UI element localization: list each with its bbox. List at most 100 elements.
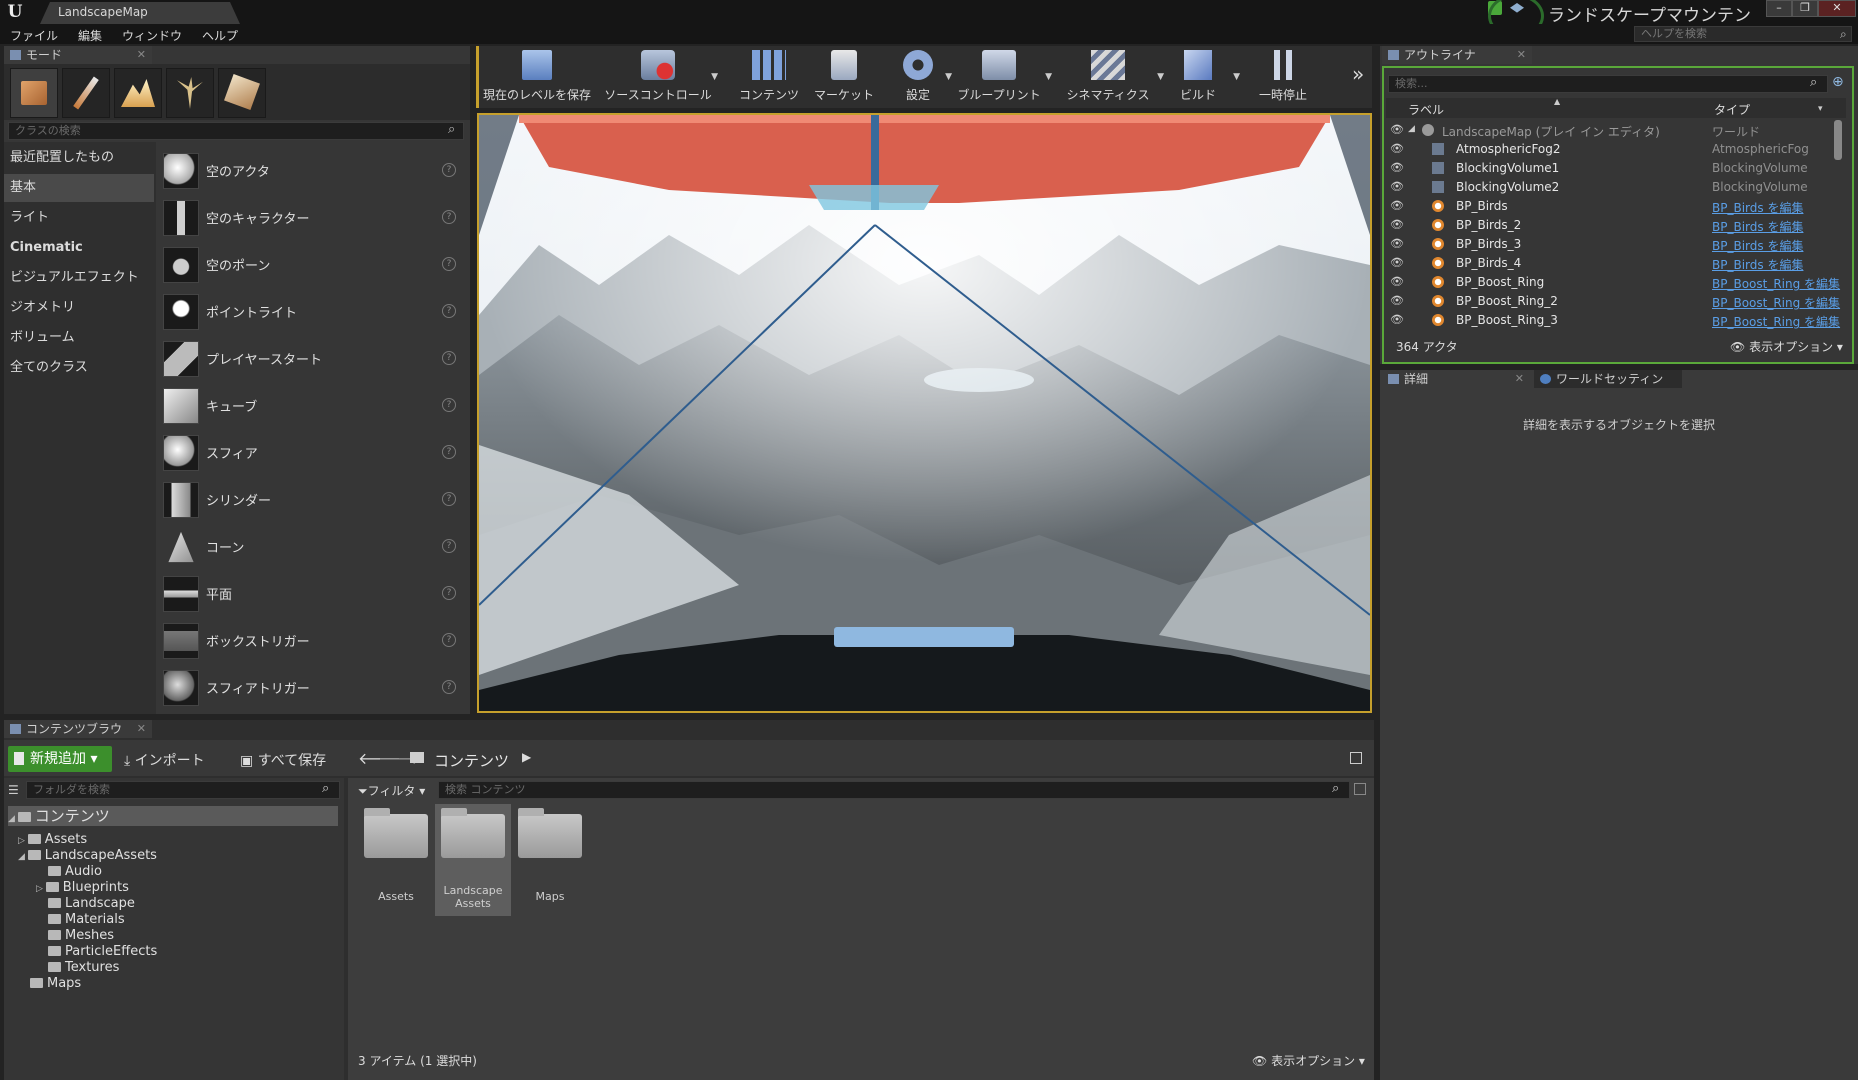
edit-blueprint-link[interactable]: BP_Boost_Ring を編集 — [1712, 275, 1840, 292]
place-item-sphere-trigger[interactable]: スフィアトリガー? — [160, 665, 464, 709]
close-icon[interactable]: ✕ — [137, 46, 146, 64]
expand-arrow-icon[interactable]: ▷ — [18, 836, 28, 846]
help-icon[interactable]: ? — [442, 492, 456, 506]
tab-world-settings[interactable]: ワールドセッティン — [1534, 370, 1682, 388]
category-all-classes[interactable]: 全てのクラス — [4, 354, 154, 382]
help-icon[interactable]: ? — [442, 445, 456, 459]
content-button[interactable]: コンテンツ — [736, 48, 802, 104]
menu-window[interactable]: ウィンドウ — [122, 27, 182, 44]
collapse-arrow-icon[interactable]: ◢ — [8, 814, 18, 824]
close-window-button[interactable]: ✕ — [1818, 0, 1856, 17]
place-item-point-light[interactable]: ポイントライト? — [160, 289, 464, 333]
column-label-header[interactable]: ラベル — [1408, 101, 1444, 118]
category-basic[interactable]: 基本 — [4, 174, 154, 202]
edit-blueprint-link[interactable]: BP_Birds を編集 — [1712, 199, 1803, 216]
asset-folder-tile[interactable]: Maps — [512, 804, 588, 916]
add-actor-icon[interactable]: ⊕ — [1832, 74, 1848, 92]
level-viewport[interactable] — [477, 113, 1372, 713]
asset-folder-tile[interactable]: Assets — [358, 804, 434, 916]
category-geometry[interactable]: ジオメトリ — [4, 294, 154, 322]
minimize-button[interactable]: – — [1766, 0, 1792, 17]
outliner-row[interactable]: 👁 BP_Birds_4 BP_Birds を編集 — [1386, 254, 1842, 273]
place-item-plane[interactable]: 平面? — [160, 571, 464, 615]
source-control-button[interactable]: ソースコントロール ▼ — [600, 48, 718, 104]
outliner-row[interactable]: 👁 ◢ LandscapeMap (プレイ イン エディタ) ワールド — [1386, 121, 1842, 140]
visibility-eye-icon[interactable]: 👁 — [1390, 181, 1404, 193]
help-icon[interactable]: ? — [442, 163, 456, 177]
save-search-icon[interactable] — [1354, 783, 1366, 795]
outliner-view-options[interactable]: 👁 表示オプション ▾ — [1730, 338, 1843, 355]
import-button[interactable]: ⤓ インポート — [124, 750, 205, 770]
folder-tree-item[interactable]: Materials — [36, 912, 125, 928]
close-icon[interactable]: ✕ — [1515, 370, 1524, 388]
visibility-eye-icon[interactable]: 👁 — [1390, 295, 1404, 307]
edit-blueprint-link[interactable]: BP_Boost_Ring を編集 — [1712, 294, 1840, 311]
category-cinematic[interactable]: Cinematic — [4, 234, 154, 262]
save-all-button[interactable]: ▣ すべて保存 — [240, 750, 326, 770]
help-search-input[interactable]: ヘルプを検索 — [1634, 26, 1852, 42]
help-icon[interactable]: ? — [442, 633, 456, 647]
place-item-empty-actor[interactable]: 空のアクタ? — [160, 148, 464, 192]
asset-folder-tile[interactable]: Landscape Assets — [435, 804, 511, 916]
folder-tree-item[interactable]: Meshes — [36, 928, 114, 944]
menu-file[interactable]: ファイル — [10, 27, 58, 44]
place-item-empty-pawn[interactable]: 空のポーン? — [160, 242, 464, 286]
place-item-sphere[interactable]: スフィア? — [160, 430, 464, 474]
menu-edit[interactable]: 編集 — [78, 27, 102, 44]
expand-arrow-icon[interactable]: ◢ — [1408, 124, 1415, 134]
foliage-mode-button[interactable] — [166, 68, 214, 118]
blueprint-button[interactable]: ブループリント ▼ — [954, 48, 1052, 104]
visibility-eye-icon[interactable]: 👁 — [1390, 200, 1404, 212]
collapse-tree-icon[interactable]: ☰ — [8, 783, 22, 797]
outliner-row[interactable]: 👁 BP_Birds BP_Birds を編集 — [1386, 197, 1842, 216]
edit-blueprint-link[interactable]: BP_Boost_Ring を編集 — [1712, 313, 1840, 330]
category-recent[interactable]: 最近配置したもの — [4, 144, 154, 172]
help-icon[interactable]: ? — [442, 210, 456, 224]
help-icon[interactable]: ? — [442, 398, 456, 412]
dropdown-arrow-icon[interactable]: ▼ — [1045, 72, 1052, 82]
place-item-cube[interactable]: キューブ? — [160, 383, 464, 427]
visibility-eye-icon[interactable]: 👁 — [1390, 314, 1404, 326]
filters-button[interactable]: ⏷フィルタ ▾ — [358, 782, 425, 799]
build-button[interactable]: ビルド ▼ — [1172, 48, 1240, 104]
help-icon[interactable]: ? — [442, 539, 456, 553]
save-level-button[interactable]: 現在のレベルを保存 — [480, 48, 594, 104]
lock-icon[interactable] — [1350, 752, 1362, 764]
column-type-header[interactable]: タイプ — [1714, 101, 1750, 118]
paint-mode-button[interactable] — [62, 68, 110, 118]
folder-tree-item[interactable]: ◢ LandscapeAssets — [18, 848, 157, 864]
outliner-row[interactable]: 👁 BP_Birds_2 BP_Birds を編集 — [1386, 216, 1842, 235]
help-icon[interactable]: ? — [442, 680, 456, 694]
folder-tree-item[interactable]: ParticleEffects — [36, 944, 157, 960]
place-item-cylinder[interactable]: シリンダー? — [160, 477, 464, 521]
tab-modes[interactable]: モード ✕ — [4, 46, 152, 64]
help-icon[interactable]: ? — [442, 304, 456, 318]
visibility-eye-icon[interactable]: 👁 — [1390, 124, 1404, 136]
toolbar-overflow-button[interactable]: » — [1352, 62, 1364, 86]
outliner-row[interactable]: 👁 BP_Boost_Ring_2 BP_Boost_Ring を編集 — [1386, 292, 1842, 311]
help-icon[interactable]: ? — [442, 586, 456, 600]
outliner-row[interactable]: 👁 BlockingVolume1 BlockingVolume — [1386, 159, 1842, 178]
tab-details[interactable]: 詳細 ✕ — [1382, 370, 1530, 388]
category-visual-effects[interactable]: ビジュアルエフェクト — [4, 264, 154, 292]
edit-blueprint-link[interactable]: BP_Birds を編集 — [1712, 237, 1803, 254]
visibility-eye-icon[interactable]: 👁 — [1390, 162, 1404, 174]
content-search-input[interactable]: 検索 コンテンツ — [438, 781, 1350, 799]
folder-tree-item[interactable]: Textures — [36, 960, 119, 976]
visibility-eye-icon[interactable]: 👁 — [1390, 219, 1404, 231]
document-tab[interactable]: LandscapeMap — [40, 2, 240, 24]
folder-tree-item[interactable]: Landscape — [36, 896, 135, 912]
expand-arrow-icon[interactable]: ▷ — [36, 884, 46, 894]
content-view-options[interactable]: 👁 表示オプション ▾ — [1252, 1052, 1365, 1069]
dropdown-arrow-icon[interactable]: ▼ — [945, 72, 952, 82]
chevron-down-icon[interactable]: ▾ — [1818, 104, 1823, 114]
category-lights[interactable]: ライト — [4, 204, 154, 232]
folder-tree-item[interactable]: ▷ Assets — [18, 832, 87, 848]
visibility-eye-icon[interactable]: 👁 — [1390, 143, 1404, 155]
menu-help[interactable]: ヘルプ — [202, 27, 238, 44]
pause-button[interactable]: 一時停止 — [1254, 48, 1312, 104]
visibility-eye-icon[interactable]: 👁 — [1390, 276, 1404, 288]
folder-tree-item[interactable]: Audio — [36, 864, 102, 880]
landscape-mode-button[interactable] — [114, 68, 162, 118]
tab-outliner[interactable]: アウトライナ ✕ — [1382, 46, 1532, 64]
